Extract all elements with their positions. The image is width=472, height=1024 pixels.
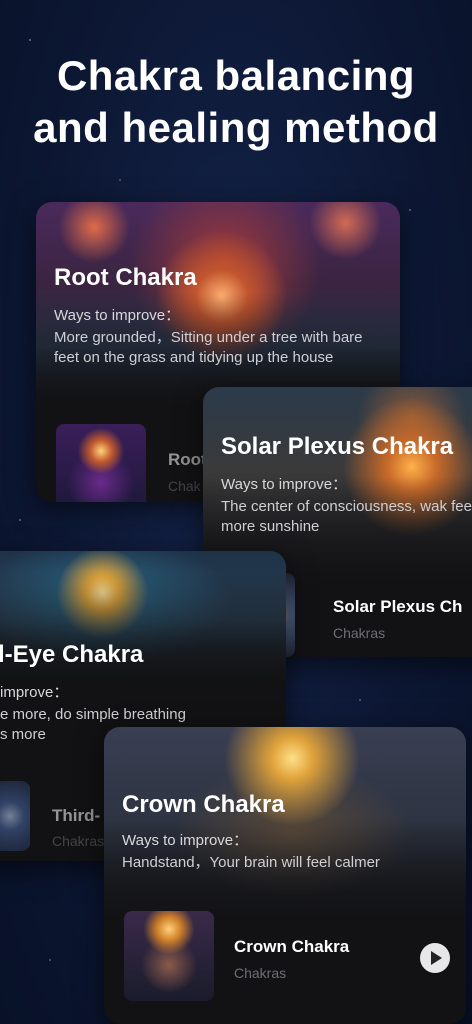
- track-title: Crown Chakra: [234, 937, 350, 956]
- root-chakra-thumbnail: [56, 424, 146, 502]
- card-title: Crown Chakra: [122, 791, 285, 818]
- headline-line-1: Chakra balancing: [56, 52, 416, 99]
- headline: Chakra balancing and healing method: [0, 50, 472, 154]
- ways-to-improve-label: Ways to improve：: [122, 832, 249, 849]
- card-description: More grounded，Sitting under a tree with …: [54, 329, 363, 366]
- track-category: Chakras: [333, 625, 386, 641]
- card-title: Solar Plexus Chakra: [221, 433, 454, 460]
- crown-chakra-card[interactable]: Crown Chakra Ways to improve： Handstand，…: [104, 727, 466, 1024]
- ways-to-improve-label: Ways to improve：: [221, 476, 348, 493]
- play-icon[interactable]: [420, 943, 450, 973]
- card-description: The center of consciousness, wak feel mo…: [221, 498, 472, 535]
- headline-line-2: and healing method: [33, 104, 439, 151]
- card-description: Handstand，Your brain will feel calmer: [122, 854, 380, 871]
- track-category: Chakras: [234, 965, 287, 981]
- card-title: Root Chakra: [54, 264, 197, 291]
- card-title: l-Eye Chakra: [0, 641, 144, 668]
- card-description-line-2: s more: [0, 726, 46, 743]
- card-description-line-1: e more, do simple breathing: [0, 706, 186, 723]
- ways-to-improve-label: Ways to improve：: [54, 307, 181, 324]
- third-eye-thumbnail: [0, 781, 30, 851]
- track-title: Root: [168, 450, 207, 469]
- ways-to-improve-label: improve：: [0, 684, 69, 701]
- track-category: Chakras: [52, 833, 105, 849]
- track-title: Third-: [52, 806, 101, 825]
- third-eye-hero-image: [0, 551, 286, 691]
- crown-chakra-thumbnail: [124, 911, 214, 1001]
- track-title: Solar Plexus Ch: [333, 597, 463, 616]
- track-category: Chak: [168, 478, 201, 494]
